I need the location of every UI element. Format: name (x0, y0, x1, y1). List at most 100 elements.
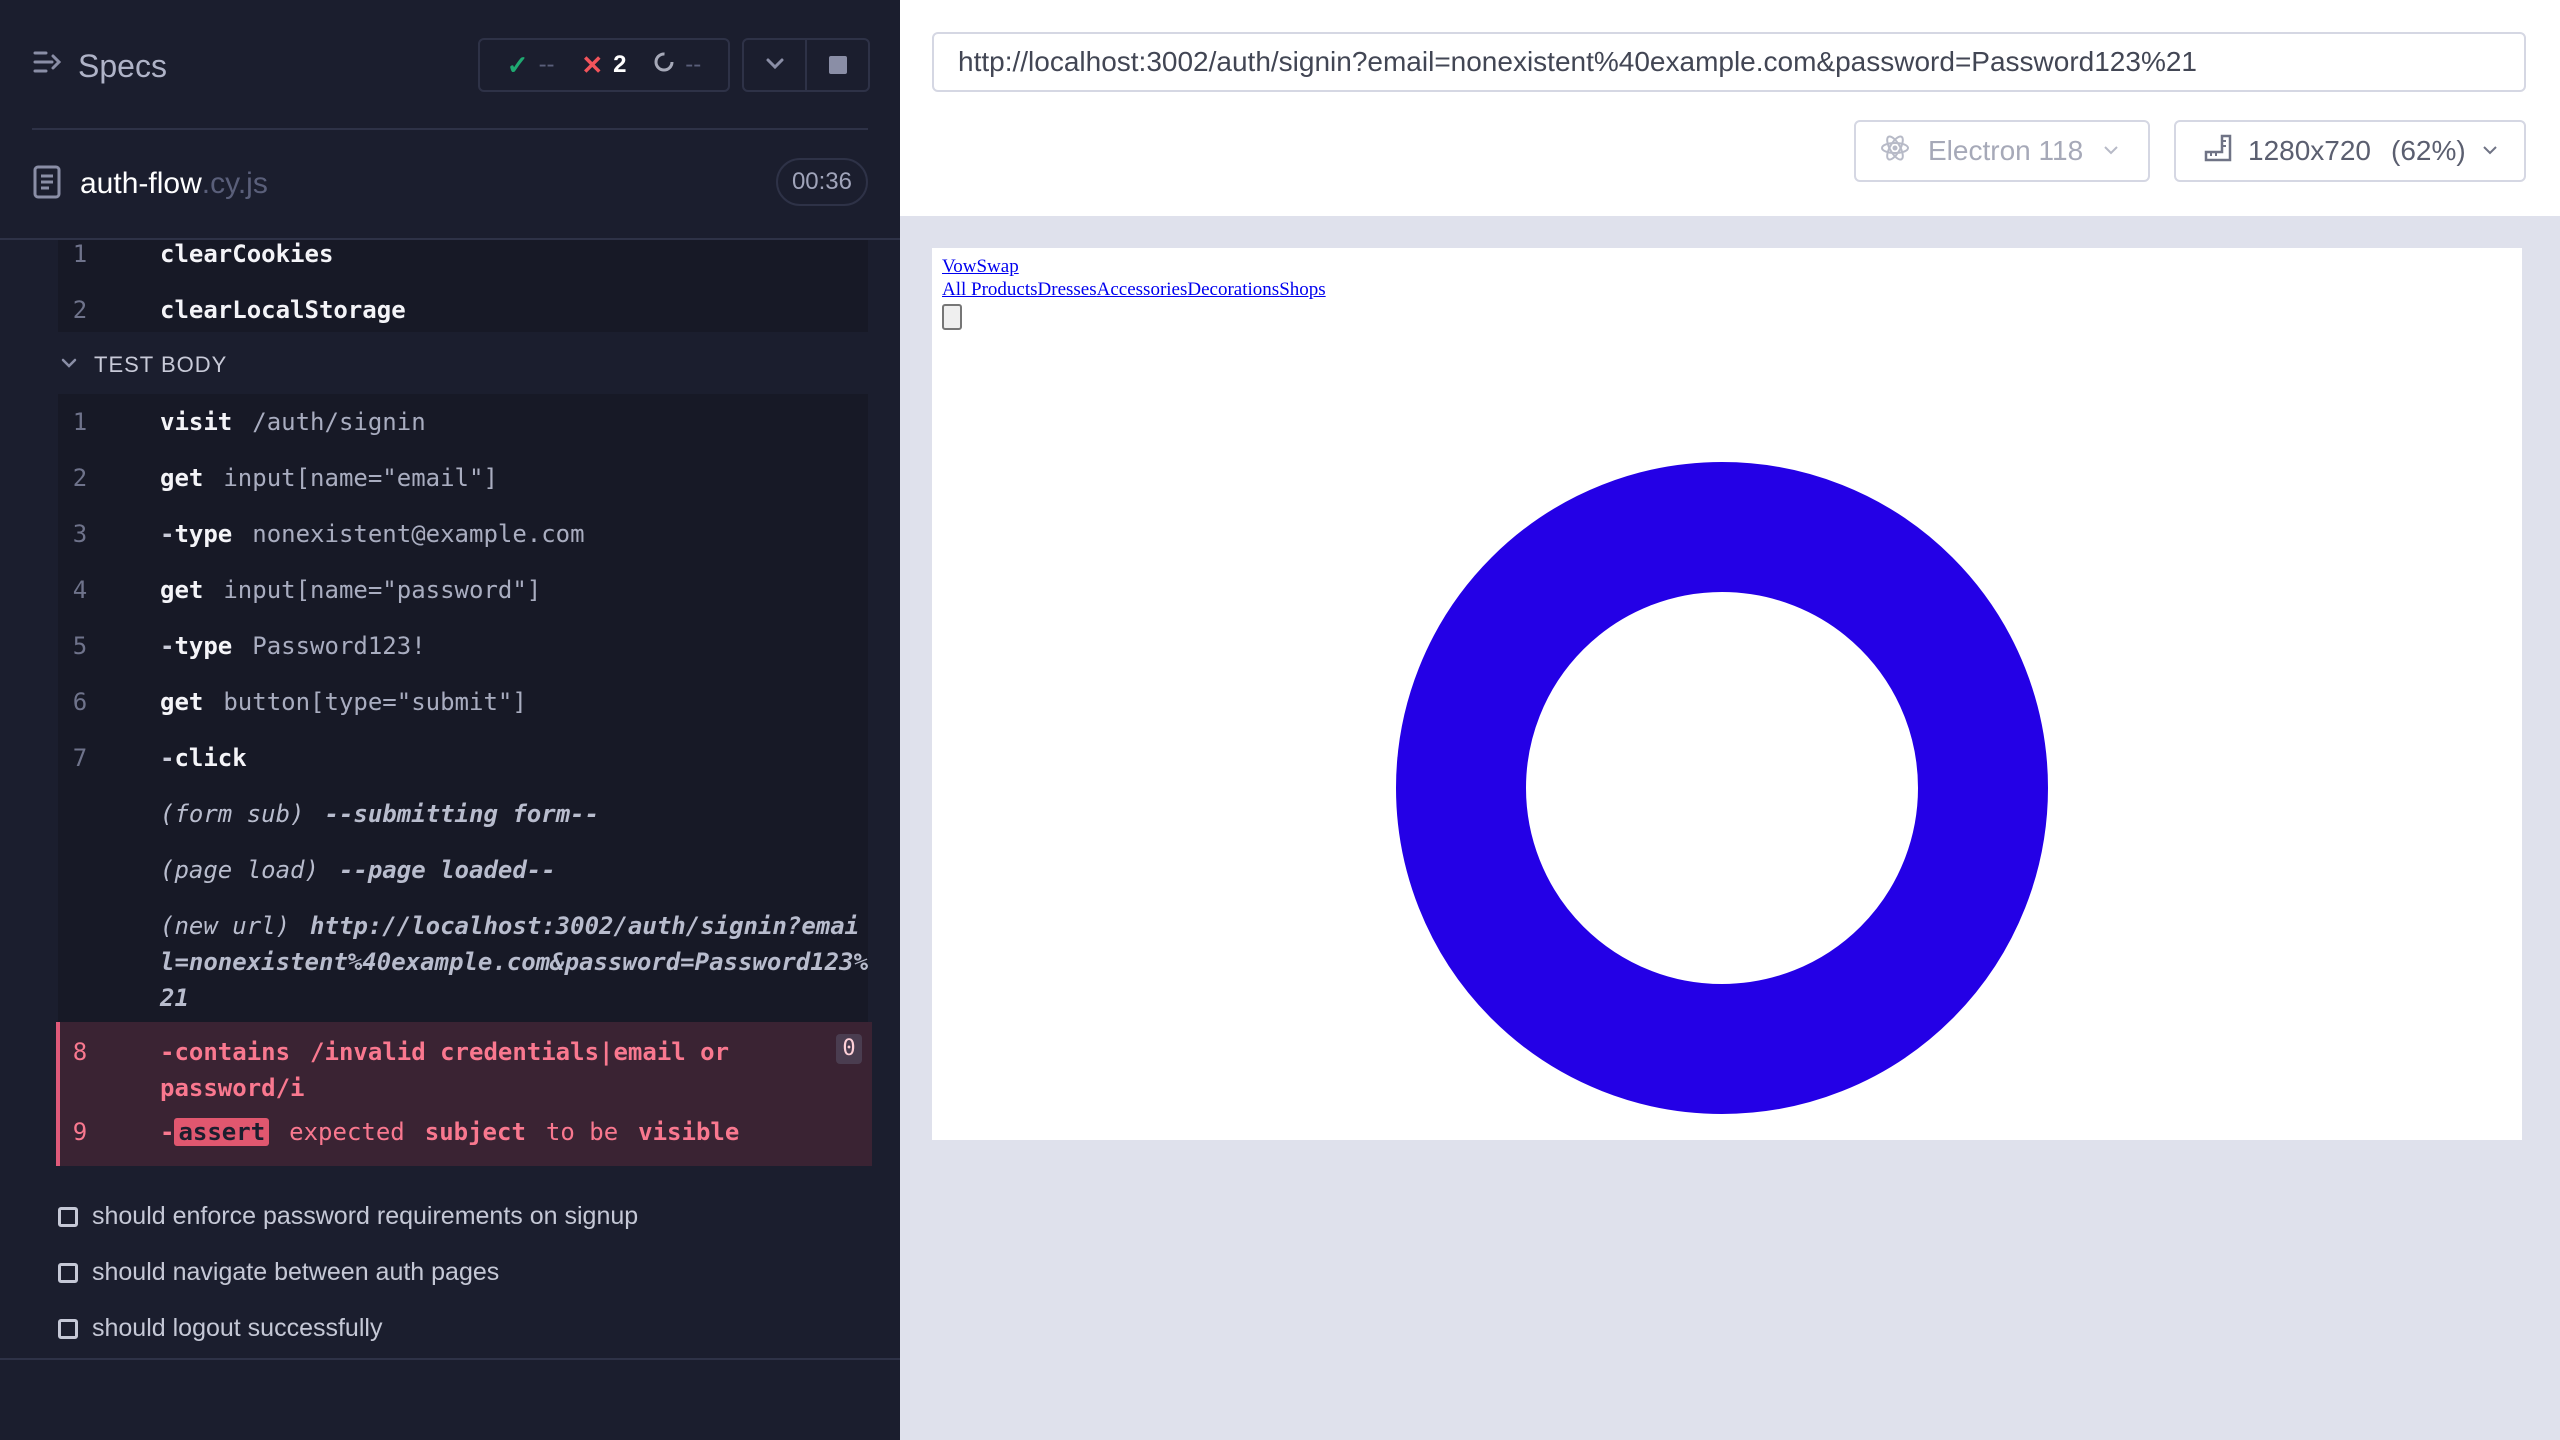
viewport-size: 1280x720 (2248, 135, 2372, 166)
failed-command-block: 8 -contains/invalid credentials|email or… (56, 1022, 872, 1166)
event-row[interactable]: (form sub) --submitting form-- (58, 786, 868, 842)
pending-test-icon (58, 1262, 78, 1283)
viewport-scale: (62%) (2391, 135, 2466, 166)
command-row[interactable]: 1 clearCookies (58, 240, 868, 282)
command-number: 3 (72, 520, 88, 548)
pending-stat: -- (653, 51, 701, 80)
browser-selector[interactable]: Electron 118 (1854, 120, 2150, 182)
viewport-selector[interactable]: 1280x720 (62%) (2174, 120, 2526, 182)
hook-command-list: 1 clearCookies 2 clearLocalStorage (58, 240, 868, 332)
command-message: Password123! (252, 632, 426, 660)
command-number: 2 (72, 464, 88, 492)
spec-duration: 00:36 (775, 158, 868, 206)
specs-label: Specs (78, 47, 167, 84)
command-log-panel: Specs ✓ -- ✕ 2 -- auth-flow .cy.js 00:36… (0, 0, 900, 1440)
command-name: get (160, 464, 204, 492)
x-icon: ✕ (581, 49, 604, 80)
assert-word: expected (289, 1118, 405, 1146)
chevron-down-icon (764, 52, 786, 79)
stop-icon (828, 56, 847, 74)
test-stats: ✓ -- ✕ 2 -- (478, 38, 730, 92)
command-name: type (174, 520, 233, 548)
assert-word: subject (424, 1118, 526, 1146)
child-dash: - (160, 1118, 175, 1146)
command-name: clearLocalStorage (160, 296, 406, 324)
app-under-test-panel: http://localhost:3002/auth/signin?email=… (900, 0, 2560, 1440)
command-row-failed[interactable]: 9 - assert expected subject to be visible (60, 1106, 872, 1158)
command-row[interactable]: 3 -type nonexistent@example.com (58, 506, 868, 562)
pending-count: -- (685, 51, 702, 78)
command-name: get (160, 688, 204, 716)
command-row[interactable]: 6 get button[type="submit"] (58, 674, 868, 730)
match-count-badge: 0 (836, 1034, 862, 1064)
test-title: should navigate between auth pages (92, 1258, 500, 1286)
pending-test[interactable]: should logout successfully (58, 1314, 382, 1343)
command-number: 2 (72, 296, 88, 324)
spec-file-row: auth-flow .cy.js 00:36 (32, 150, 868, 218)
event-row[interactable]: (new url) http://localhost:3002/auth/sign… (58, 898, 868, 1016)
command-number: 5 (72, 632, 88, 660)
command-message: input[name="email"] (223, 464, 498, 492)
url-bar[interactable]: http://localhost:3002/auth/signin?email=… (932, 32, 2526, 92)
check-icon: ✓ (506, 49, 529, 80)
child-dash: - (160, 744, 175, 772)
app-iframe: VowSwap All Products Dresses Accessories… (932, 248, 2522, 1140)
browser-name: Electron 118 (1928, 135, 2084, 166)
test-title: should enforce password requirements on … (92, 1202, 639, 1230)
test-body-label: TEST BODY (94, 352, 228, 377)
child-dash: - (160, 1038, 175, 1066)
command-message: nonexistent@example.com (252, 520, 585, 548)
aut-header: http://localhost:3002/auth/signin?email=… (900, 0, 2560, 216)
ruler-icon (2202, 132, 2234, 171)
pending-spinner-icon (653, 51, 675, 80)
pending-test-icon (58, 1206, 78, 1227)
assert-badge: assert (174, 1118, 270, 1146)
pending-test[interactable]: should navigate between auth pages (58, 1258, 499, 1287)
failed-count: 2 (613, 51, 627, 78)
command-row[interactable]: 2 get input[name="email"] (58, 450, 868, 506)
pending-test[interactable]: should enforce password requirements on … (58, 1202, 638, 1231)
chevron-down-icon (2480, 135, 2500, 167)
command-name: clearCookies (160, 240, 334, 268)
child-dash: - (160, 632, 175, 660)
loading-spinner-icon (1396, 462, 2048, 1114)
event-row[interactable]: (page load) --page loaded-- (58, 842, 868, 898)
command-number: 6 (72, 688, 88, 716)
divider (0, 1358, 900, 1360)
passed-stat: ✓ -- (507, 50, 555, 81)
command-row[interactable]: 5 -type Password123! (58, 618, 868, 674)
command-message: input[name="password"] (223, 576, 542, 604)
collapse-toggle-button[interactable] (744, 40, 805, 90)
command-number: 4 (72, 576, 88, 604)
specs-list-icon (32, 47, 62, 85)
test-body-command-list: 1 visit/auth/signin 2 get input[name="ema… (58, 394, 868, 1022)
stop-button[interactable] (805, 40, 868, 90)
command-row[interactable]: 4 get input[name="password"] (58, 562, 868, 618)
command-number: 7 (72, 744, 88, 772)
assert-word: visible (638, 1118, 740, 1146)
command-message: /auth/signin (252, 408, 426, 436)
pending-test-icon (58, 1318, 78, 1339)
command-name: click (174, 744, 247, 772)
chevron-down-icon (60, 352, 78, 378)
run-controls (742, 38, 870, 92)
command-row[interactable]: 2 clearLocalStorage (58, 282, 868, 332)
test-body-toggle[interactable]: TEST BODY (60, 352, 227, 378)
event-message: --page loaded-- (338, 856, 556, 884)
spec-file-ext: .cy.js (201, 167, 268, 200)
command-number: 1 (72, 240, 88, 268)
command-row[interactable]: 7 -click (58, 730, 868, 786)
event-message: --submitting form-- (324, 800, 600, 828)
command-number: 1 (72, 408, 88, 436)
specs-nav-button[interactable]: Specs (32, 40, 167, 92)
command-number: 9 (72, 1118, 88, 1146)
command-row-failed[interactable]: 8 -contains/invalid credentials|email or… (60, 1022, 872, 1106)
child-dash: - (160, 520, 175, 548)
electron-icon (1880, 133, 1910, 170)
chevron-down-icon (2101, 135, 2121, 167)
command-name: contains (174, 1038, 291, 1066)
command-row[interactable]: 1 visit/auth/signin (58, 394, 868, 450)
passed-count: -- (538, 51, 555, 78)
event-name: (page load) (160, 856, 319, 884)
assert-word: to be (545, 1118, 619, 1146)
